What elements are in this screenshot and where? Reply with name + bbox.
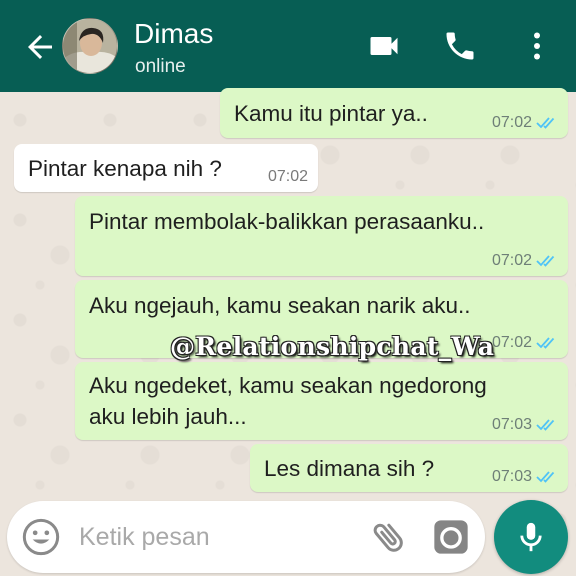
contact-status: online [135, 56, 186, 77]
message-meta: 07:03 [492, 468, 558, 486]
message-text: Pintar membolak-balikkan perasaanku.. [89, 209, 485, 234]
message-text: Pintar kenapa nih ? [28, 156, 222, 181]
message-meta: 07:02 [492, 334, 558, 352]
chat-header: Dimas online [0, 0, 576, 92]
message-meta: 07:03 [492, 416, 558, 434]
message-time: 07:03 [491, 416, 532, 433]
read-ticks-icon [536, 255, 555, 267]
back-arrow-icon[interactable] [22, 29, 58, 65]
read-ticks-icon [536, 337, 555, 349]
message-composer[interactable]: Ketik pesan [7, 501, 485, 573]
read-ticks-icon [536, 419, 555, 431]
phone-icon[interactable] [442, 28, 478, 64]
message-meta: 07:02 [268, 168, 308, 186]
message-meta: 07:02 [492, 252, 558, 270]
message-text: Aku ngejauh, kamu seakan narik aku.. [89, 293, 471, 318]
contact-name[interactable]: Dimas [134, 18, 213, 50]
avatar[interactable] [62, 18, 118, 74]
attach-icon[interactable] [369, 517, 409, 557]
message-outgoing[interactable]: Kamu itu pintar ya.. 07:02 [220, 88, 568, 138]
message-text: Kamu itu pintar ya.. [234, 101, 428, 126]
camera-icon[interactable] [431, 517, 471, 557]
message-time: 07:02 [491, 252, 532, 269]
message-line: aku lebih jauh... [89, 404, 247, 429]
message-input[interactable]: Ketik pesan [79, 523, 210, 552]
more-options-icon[interactable] [519, 28, 555, 64]
message-text: Aku ngedeket, kamu seakan ngedorong aku … [89, 370, 487, 432]
watermark: @Relationshipchat_Wa [170, 332, 495, 361]
message-incoming[interactable]: Pintar kenapa nih ? 07:02 [14, 144, 318, 192]
message-time: 07:02 [267, 168, 308, 185]
message-time: 07:03 [491, 468, 532, 485]
message-outgoing[interactable]: Aku ngedeket, kamu seakan ngedorong aku … [75, 362, 568, 440]
message-time: 07:02 [491, 114, 532, 131]
mic-icon [520, 522, 542, 552]
read-ticks-icon [536, 471, 555, 483]
mic-button[interactable] [494, 500, 568, 574]
message-line: Aku ngedeket, kamu seakan ngedorong [89, 373, 487, 398]
message-meta: 07:02 [492, 114, 558, 132]
read-ticks-icon [536, 117, 555, 129]
emoji-icon[interactable] [21, 517, 61, 557]
message-time: 07:02 [491, 334, 532, 351]
message-outgoing[interactable]: Pintar membolak-balikkan perasaanku.. 07… [75, 196, 568, 276]
message-text: Les dimana sih ? [264, 456, 435, 481]
message-outgoing[interactable]: Les dimana sih ? 07:03 [250, 444, 568, 492]
video-call-icon[interactable] [366, 28, 402, 64]
